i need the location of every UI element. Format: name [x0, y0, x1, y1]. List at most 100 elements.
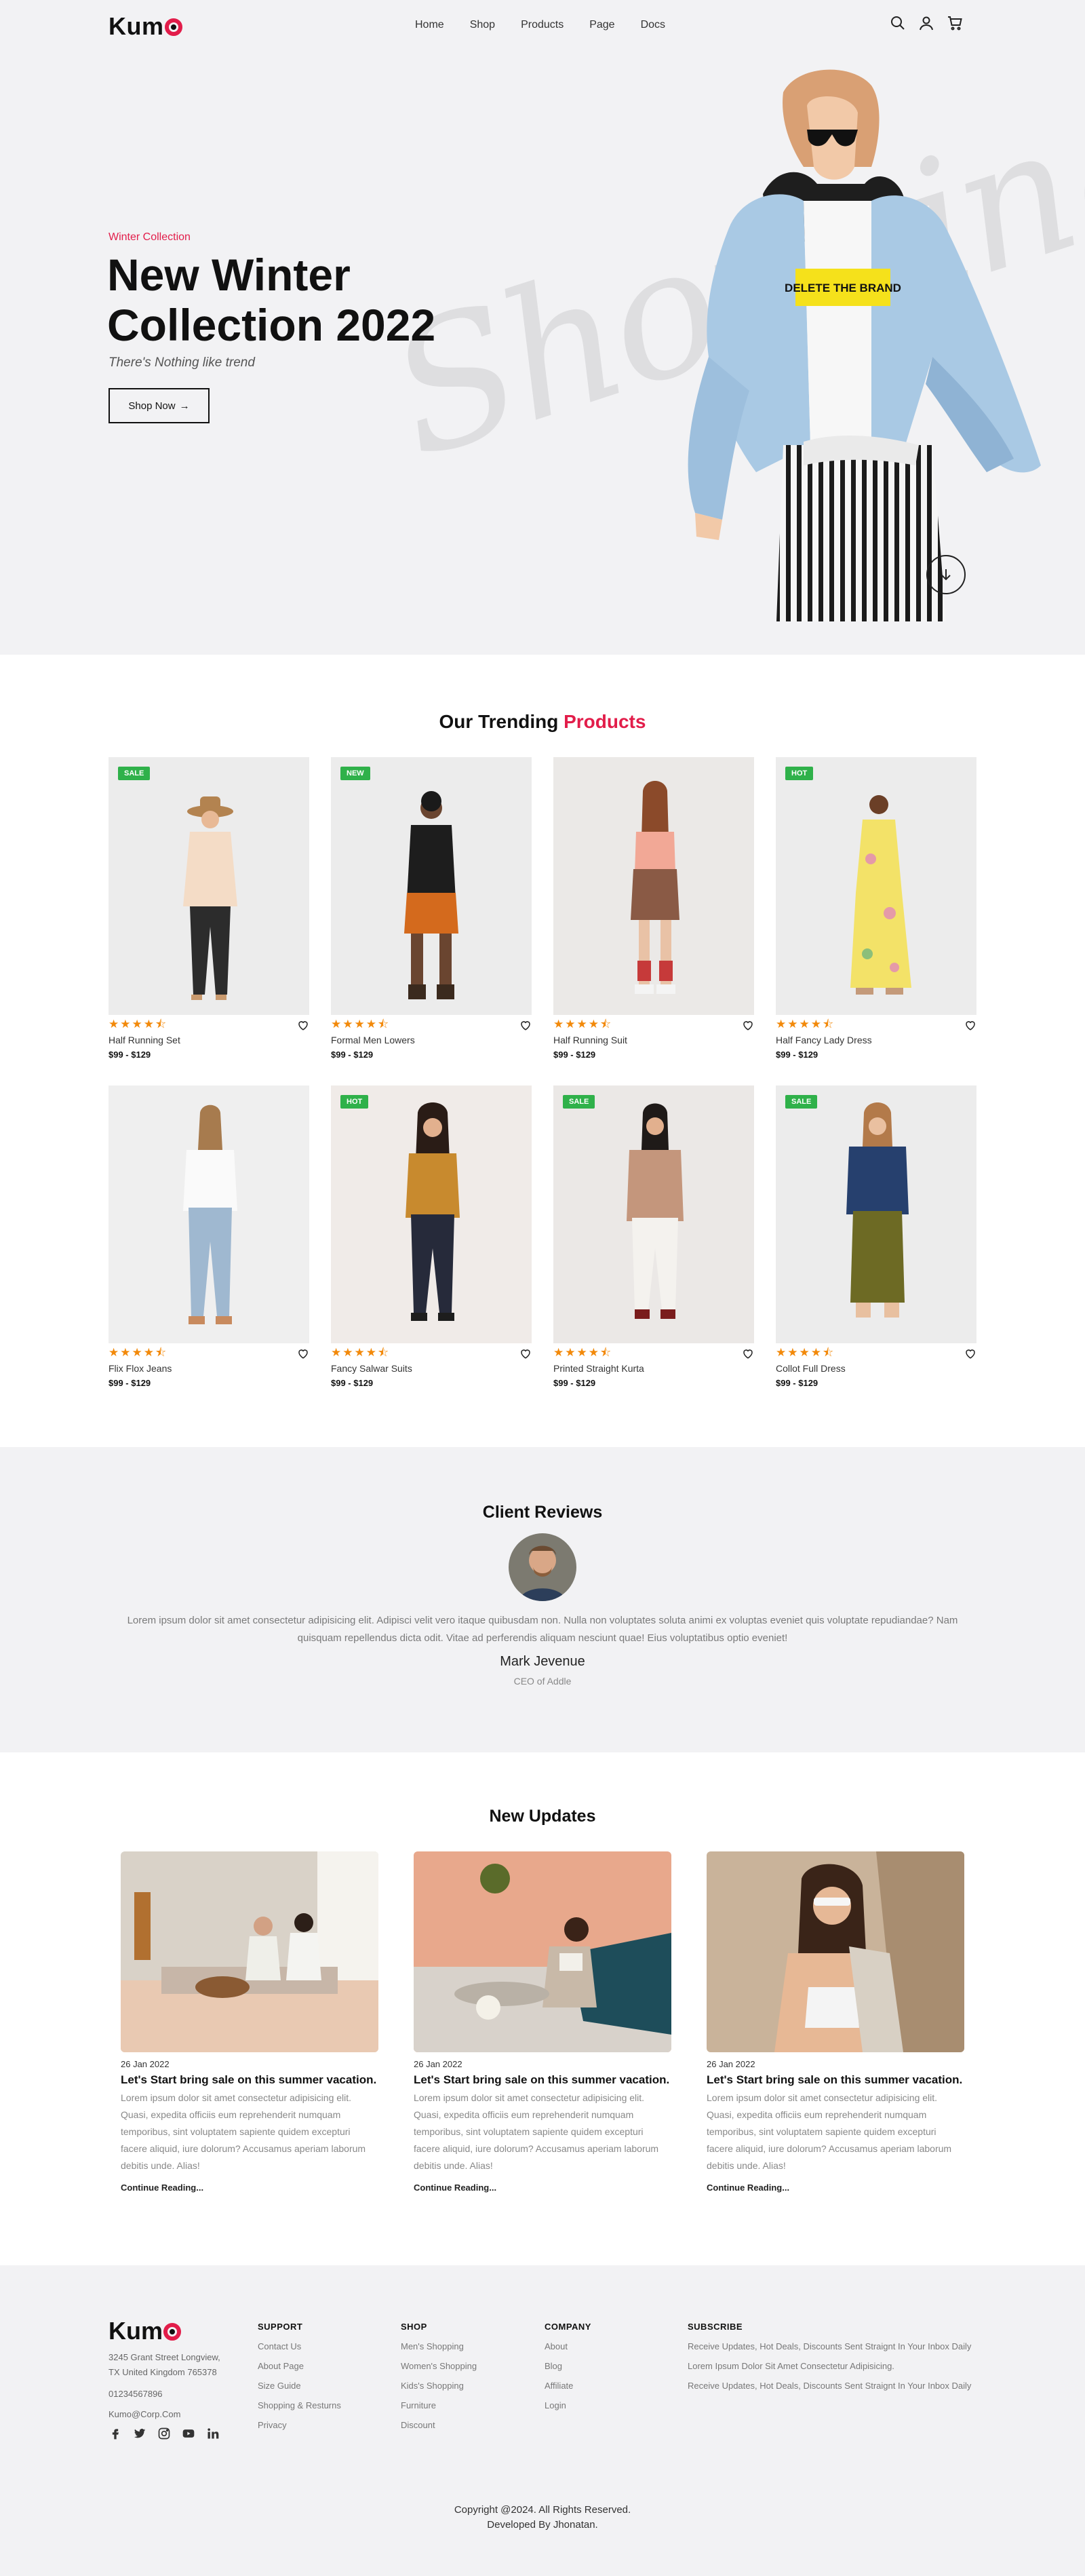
heart-icon[interactable]	[297, 1347, 309, 1360]
product-badge: SALE	[785, 1095, 818, 1109]
product-name[interactable]: Flix Flox Jeans	[108, 1363, 309, 1374]
footer-link[interactable]: Size Guide	[258, 2381, 341, 2391]
footer-link[interactable]: Shopping & Resturns	[258, 2400, 341, 2410]
product-card[interactable]: ★★★★⯪ Half Running Suit $99 - $129	[553, 757, 754, 1060]
logo[interactable]: Kum	[108, 12, 182, 41]
continue-reading-link[interactable]: Continue Reading...	[414, 2183, 671, 2193]
footer: Kum 3245 Grant Street Longview, TX Unite…	[0, 2265, 1085, 2576]
nav-link-products[interactable]: Products	[521, 19, 564, 31]
youtube-icon[interactable]	[182, 2427, 195, 2440]
post-excerpt: Lorem ipsum dolor sit amet consectetur a…	[121, 2092, 366, 2171]
continue-reading-link[interactable]: Continue Reading...	[121, 2183, 378, 2193]
product-card[interactable]: SALE ★★★★⯪ Collot Full Dress $99 - $129	[776, 1085, 976, 1388]
footer-column-title: COMPANY	[545, 2322, 591, 2332]
post-title[interactable]: Let's Start bring sale on this summer va…	[121, 2073, 378, 2087]
footer-link[interactable]: Affiliate	[545, 2381, 591, 2391]
scroll-down-button[interactable]	[926, 555, 966, 594]
footer-link[interactable]: Discount	[401, 2420, 477, 2430]
product-badge: HOT	[785, 767, 814, 780]
product-name[interactable]: Half Fancy Lady Dress	[776, 1035, 976, 1045]
rating-stars: ★★★★⯪	[331, 1017, 391, 1031]
product-image[interactable]	[108, 1085, 309, 1343]
subscribe-text: Lorem Ipsum Dolor Sit Amet Consectetur A…	[688, 2361, 894, 2371]
footer-link[interactable]: Contact Us	[258, 2341, 341, 2351]
product-photo	[850, 795, 911, 995]
post-image[interactable]	[707, 1851, 964, 2052]
heart-icon[interactable]	[964, 1347, 976, 1360]
nav-link-page[interactable]: Page	[589, 19, 614, 31]
footer-link[interactable]: Furniture	[401, 2400, 477, 2410]
blog-post-card[interactable]: 26 Jan 2022 Let's Start bring sale on th…	[707, 1851, 964, 2193]
heart-icon[interactable]	[742, 1347, 754, 1360]
product-image[interactable]: HOT	[776, 757, 976, 1015]
product-name[interactable]: Formal Men Lowers	[331, 1035, 532, 1045]
social-links	[108, 2427, 220, 2440]
facebook-icon[interactable]	[108, 2427, 122, 2440]
heart-icon[interactable]	[742, 1019, 754, 1031]
footer-link[interactable]: Men's Shopping	[401, 2341, 477, 2351]
linkedin-icon[interactable]	[206, 2427, 220, 2440]
post-image[interactable]	[414, 1851, 671, 2052]
hero-title: New Winter Collection 2022	[107, 250, 514, 350]
product-name[interactable]: Printed Straight Kurta	[553, 1363, 754, 1374]
heart-icon[interactable]	[519, 1019, 532, 1031]
post-title[interactable]: Let's Start bring sale on this summer va…	[414, 2073, 671, 2087]
product-image[interactable]	[553, 757, 754, 1015]
footer-link[interactable]: Blog	[545, 2361, 591, 2371]
footer-link[interactable]: Kids's Shopping	[401, 2381, 477, 2391]
instagram-icon[interactable]	[157, 2427, 171, 2440]
reviews-title: Client Reviews	[482, 1503, 603, 1522]
product-name[interactable]: Fancy Salwar Suits	[331, 1363, 532, 1374]
footer-link[interactable]: Login	[545, 2400, 591, 2410]
product-price: $99 - $129	[553, 1378, 596, 1388]
post-photo	[414, 1851, 671, 2052]
footer-link[interactable]: About Page	[258, 2361, 341, 2371]
nav-link-docs[interactable]: Docs	[641, 19, 665, 31]
blog-post-card[interactable]: 26 Jan 2022 Let's Start bring sale on th…	[414, 1851, 671, 2193]
updates-title: New Updates	[489, 1807, 596, 1826]
product-name[interactable]: Half Running Set	[108, 1035, 309, 1045]
heart-icon[interactable]	[964, 1019, 976, 1031]
post-date: 26 Jan 2022	[121, 2059, 170, 2069]
heart-icon[interactable]	[297, 1019, 309, 1031]
nav-link-home[interactable]: Home	[415, 19, 444, 31]
search-icon[interactable]	[890, 15, 906, 31]
hero-subtitle: There's Nothing like trend	[108, 355, 255, 370]
product-card[interactable]: SALE ★★★★⯪ Printed Straight Kurta $99 - …	[553, 1085, 754, 1388]
product-image[interactable]: SALE	[108, 757, 309, 1015]
review-text: Lorem ipsum dolor sit amet consectetur a…	[127, 1615, 958, 1644]
product-image[interactable]: SALE	[776, 1085, 976, 1343]
shop-now-button[interactable]: Shop Now →	[108, 388, 210, 423]
footer-logo[interactable]: Kum	[108, 2317, 181, 2345]
product-card[interactable]: SALE ★★★★⯪ Half Running Set $99 - $129	[108, 757, 309, 1060]
footer-link[interactable]: Women's Shopping	[401, 2361, 477, 2371]
twitter-icon[interactable]	[133, 2427, 146, 2440]
product-price: $99 - $129	[331, 1050, 374, 1060]
continue-reading-link[interactable]: Continue Reading...	[707, 2183, 964, 2193]
blog-post-card[interactable]: 26 Jan 2022 Let's Start bring sale on th…	[121, 1851, 378, 2193]
cart-icon[interactable]	[947, 15, 963, 31]
product-card[interactable]: HOT ★★★★⯪ Half Fancy Lady Dress $99 - $1…	[776, 757, 976, 1060]
nav-link-shop[interactable]: Shop	[470, 19, 495, 31]
product-card[interactable]: ★★★★⯪ Flix Flox Jeans $99 - $129	[108, 1085, 309, 1388]
product-card[interactable]: HOT ★★★★⯪ Fancy Salwar Suits $99 - $129	[331, 1085, 532, 1388]
product-name[interactable]: Half Running Suit	[553, 1035, 754, 1045]
footer-link[interactable]: About	[545, 2341, 591, 2351]
user-icon[interactable]	[918, 15, 934, 31]
product-card[interactable]: NEW ★★★★⯪ Formal Men Lowers $99 - $129	[331, 757, 532, 1060]
post-title[interactable]: Let's Start bring sale on this summer va…	[707, 2073, 964, 2087]
footer-column-subscribe: SUBSCRIBE Receive Updates, Hot Deals, Di…	[688, 2322, 986, 2400]
footer-email[interactable]: Kumo@Corp.Com	[108, 2407, 244, 2422]
post-photo	[121, 1851, 378, 2052]
top-navbar: Kum Home Shop Products Page Docs	[0, 0, 1085, 52]
heart-icon[interactable]	[519, 1347, 532, 1360]
footer-link[interactable]: Privacy	[258, 2420, 341, 2430]
footer-phone[interactable]: 01234567896	[108, 2387, 244, 2402]
rating-stars: ★★★★⯪	[331, 1345, 391, 1359]
post-image[interactable]	[121, 1851, 378, 2052]
product-name[interactable]: Collot Full Dress	[776, 1363, 976, 1374]
product-image[interactable]: SALE	[553, 1085, 754, 1343]
product-photo	[846, 1102, 909, 1318]
product-image[interactable]: NEW	[331, 757, 532, 1015]
product-image[interactable]: HOT	[331, 1085, 532, 1343]
